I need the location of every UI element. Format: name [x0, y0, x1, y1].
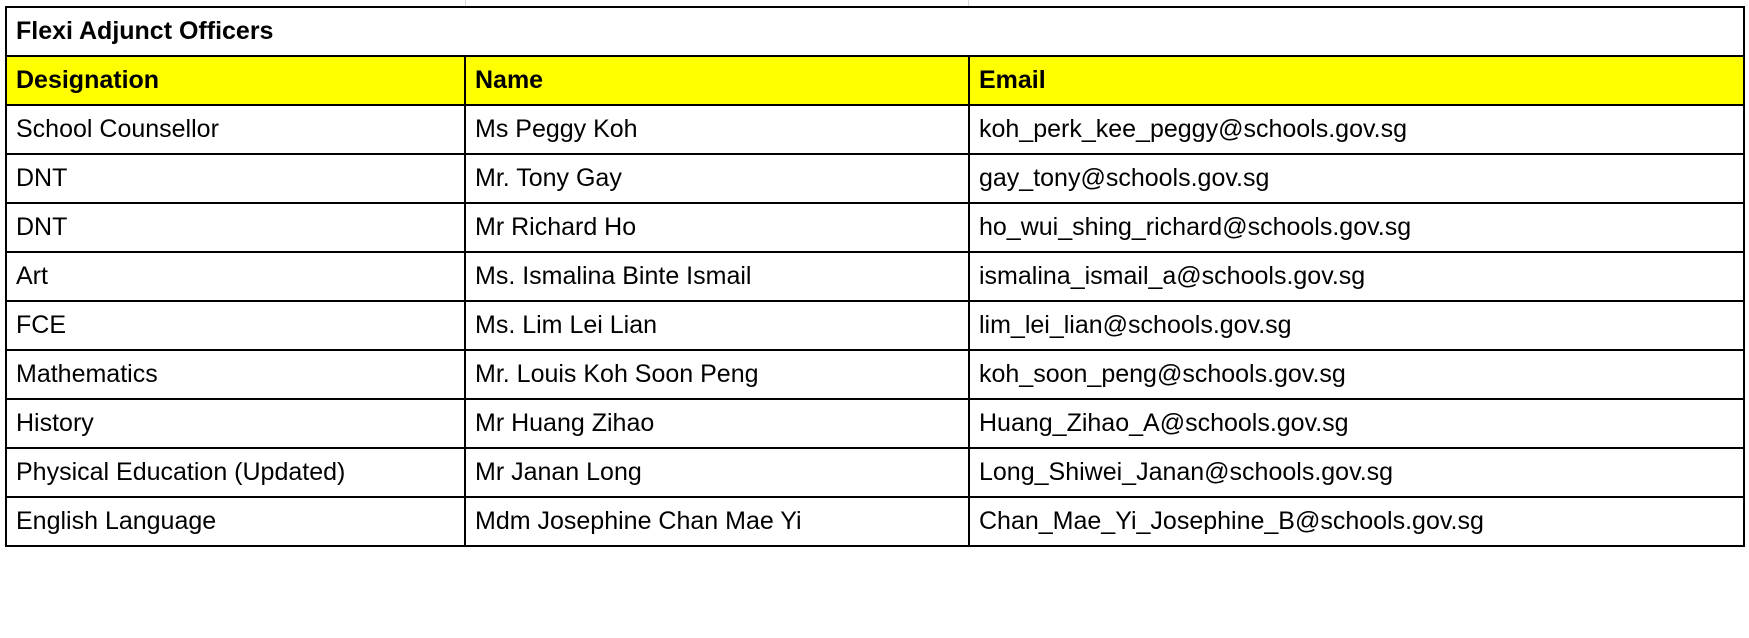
email-cell[interactable]: lim_lei_lian@schools.gov.sg — [967, 300, 1746, 351]
designation-cell[interactable]: Art — [5, 251, 466, 302]
designation-cell[interactable]: DNT — [5, 202, 466, 253]
column-header-designation[interactable]: Designation — [5, 55, 466, 106]
table-title[interactable]: Flexi Adjunct Officers — [4, 6, 1746, 57]
email-cell[interactable]: Chan_Mae_Yi_Josephine_B@schools.gov.sg — [967, 496, 1746, 547]
table-row: DNT Mr Richard Ho ho_wui_shing_richard@s… — [5, 202, 1746, 253]
name-cell[interactable]: Ms. Lim Lei Lian — [464, 300, 970, 351]
table-row: Mathematics Mr. Louis Koh Soon Peng koh_… — [5, 349, 1746, 400]
email-cell[interactable]: ismalina_ismail_a@schools.gov.sg — [967, 251, 1746, 302]
designation-cell[interactable]: DNT — [5, 153, 466, 204]
name-cell[interactable]: Mr Huang Zihao — [464, 398, 970, 449]
table-row: FCE Ms. Lim Lei Lian lim_lei_lian@school… — [5, 300, 1746, 351]
table-row: DNT Mr. Tony Gay gay_tony@schools.gov.sg — [5, 153, 1746, 204]
column-header-email[interactable]: Email — [967, 55, 1746, 106]
table-row: Art Ms. Ismalina Binte Ismail ismalina_i… — [5, 251, 1746, 302]
table-title-row: Flexi Adjunct Officers — [4, 6, 1746, 57]
name-cell[interactable]: Ms Peggy Koh — [464, 104, 970, 155]
email-cell[interactable]: gay_tony@schools.gov.sg — [967, 153, 1746, 204]
flexi-adjunct-officers-table: Flexi Adjunct Officers Designation Name … — [4, 6, 1746, 547]
name-cell[interactable]: Mdm Josephine Chan Mae Yi — [464, 496, 970, 547]
table-header-row: Designation Name Email — [5, 55, 1746, 106]
designation-cell[interactable]: Mathematics — [5, 349, 466, 400]
name-cell[interactable]: Mr Janan Long — [464, 447, 970, 498]
column-header-name[interactable]: Name — [464, 55, 970, 106]
designation-cell[interactable]: School Counsellor — [5, 104, 466, 155]
table-row: English Language Mdm Josephine Chan Mae … — [5, 496, 1746, 547]
name-cell[interactable]: Mr. Tony Gay — [464, 153, 970, 204]
table-row: History Mr Huang Zihao Huang_Zihao_A@sch… — [5, 398, 1746, 449]
designation-cell[interactable]: Physical Education (Updated) — [5, 447, 466, 498]
name-cell[interactable]: Mr Richard Ho — [464, 202, 970, 253]
designation-cell[interactable]: FCE — [5, 300, 466, 351]
name-cell[interactable]: Mr. Louis Koh Soon Peng — [464, 349, 970, 400]
email-cell[interactable]: Huang_Zihao_A@schools.gov.sg — [967, 398, 1746, 449]
email-cell[interactable]: koh_perk_kee_peggy@schools.gov.sg — [967, 104, 1746, 155]
email-cell[interactable]: ho_wui_shing_richard@schools.gov.sg — [967, 202, 1746, 253]
designation-cell[interactable]: History — [5, 398, 466, 449]
email-cell[interactable]: Long_Shiwei_Janan@schools.gov.sg — [967, 447, 1746, 498]
email-cell[interactable]: koh_soon_peng@schools.gov.sg — [967, 349, 1746, 400]
table-row: School Counsellor Ms Peggy Koh koh_perk_… — [5, 104, 1746, 155]
designation-cell[interactable]: English Language — [5, 496, 466, 547]
name-cell[interactable]: Ms. Ismalina Binte Ismail — [464, 251, 970, 302]
table-row: Physical Education (Updated) Mr Janan Lo… — [5, 447, 1746, 498]
